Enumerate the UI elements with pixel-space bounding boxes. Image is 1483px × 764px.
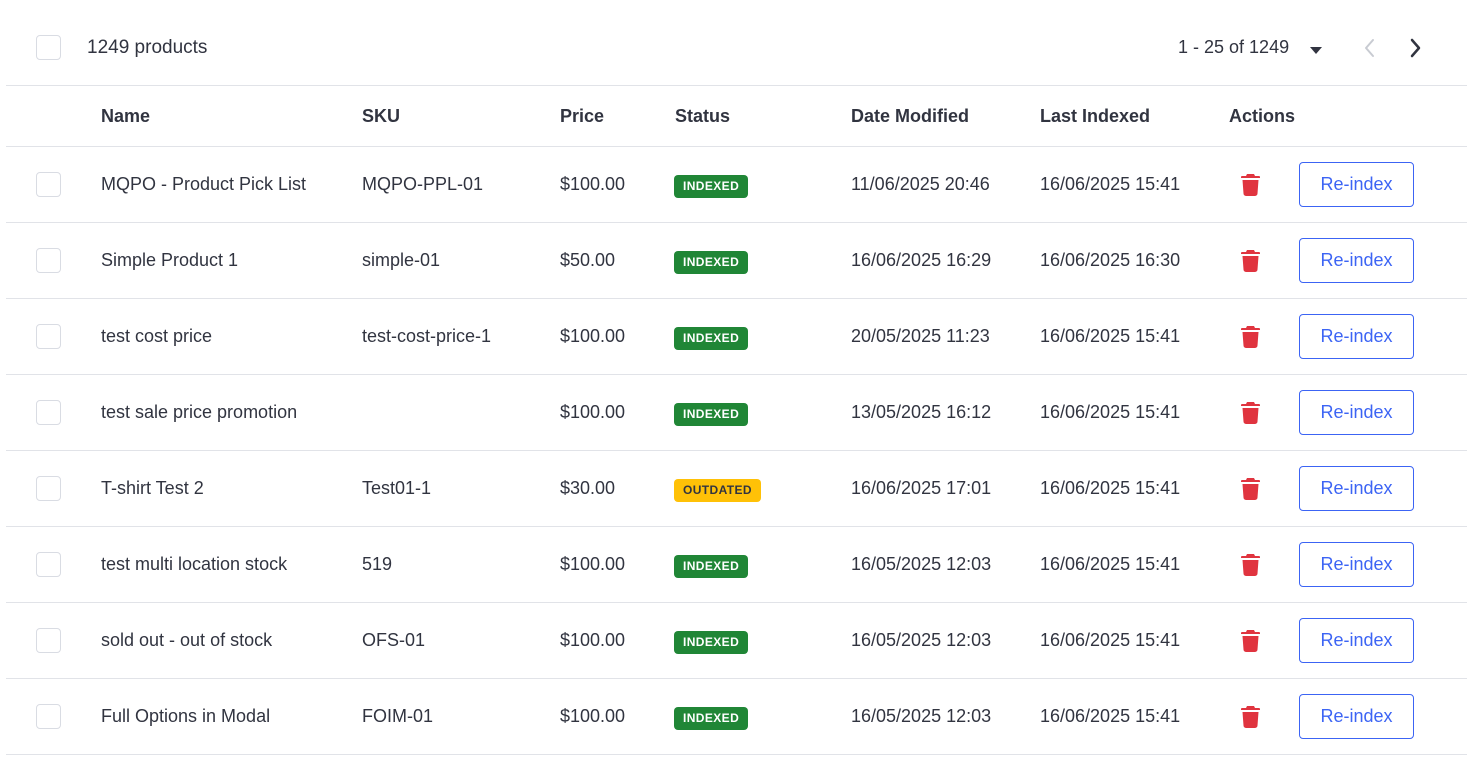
product-sku: test-cost-price-1 (362, 326, 492, 346)
row-checkbox[interactable] (36, 628, 61, 653)
status-badge: OUTDATED (674, 479, 761, 502)
trash-icon[interactable] (1241, 705, 1260, 728)
date-modified: 16/05/2025 12:03 (851, 630, 992, 650)
table-row: test cost price test-cost-price-1 $100.00 2… (0, 299, 1483, 375)
product-name: Simple Product 1 (101, 250, 239, 270)
date-modified: 13/05/2025 16:12 (851, 402, 992, 422)
table-toolbar: 1249 products 1 - 25 of 1249 (0, 0, 1483, 86)
product-sku: FOIM-01 (362, 706, 434, 726)
row-checkbox[interactable] (36, 400, 61, 425)
status-badge: INDEXED (674, 175, 749, 198)
reindex-button[interactable]: Re-index (1299, 618, 1414, 663)
product-name: MQPO - Product Pick List (101, 174, 307, 194)
product-price: $100.00 (560, 402, 626, 422)
row-checkbox[interactable] (36, 552, 61, 577)
product-name: sold out - out of stock (101, 630, 273, 650)
table-header: Name SKU Price Status Date Modified Last… (0, 86, 1483, 147)
product-sku: OFS-01 (362, 630, 426, 650)
caret-down-icon[interactable] (1308, 44, 1324, 56)
last-indexed: 16/06/2025 15:41 (1040, 630, 1181, 650)
reindex-button[interactable]: Re-index (1299, 694, 1414, 739)
date-modified: 16/05/2025 12:03 (851, 706, 992, 726)
date-modified: 20/05/2025 11:23 (851, 326, 990, 346)
status-badge: INDEXED (674, 327, 749, 350)
reindex-button[interactable]: Re-index (1299, 390, 1414, 435)
trash-icon[interactable] (1241, 173, 1260, 196)
table-row: test multi location stock 519 $100.00 16/05… (0, 527, 1483, 603)
product-sku: simple-01 (362, 250, 441, 270)
product-price: $100.00 (560, 174, 626, 194)
trash-icon[interactable] (1241, 325, 1260, 348)
reindex-button[interactable]: Re-index (1299, 238, 1414, 283)
select-all-checkbox[interactable] (36, 35, 61, 60)
column-header-date-modified[interactable]: Date Modified (851, 106, 969, 127)
reindex-button[interactable]: Re-index (1299, 542, 1414, 587)
product-sku: MQPO-PPL-01 (362, 174, 484, 194)
product-price: $100.00 (560, 706, 626, 726)
product-price: $30.00 (560, 478, 616, 498)
last-indexed: 16/06/2025 15:41 (1040, 174, 1181, 194)
status-badge: INDEXED (674, 403, 749, 426)
product-count: 1249 products (87, 37, 208, 58)
last-indexed: 16/06/2025 15:41 (1040, 402, 1181, 422)
trash-icon[interactable] (1241, 249, 1260, 272)
column-header-last-indexed[interactable]: Last Indexed (1040, 106, 1150, 127)
reindex-button[interactable]: Re-index (1299, 466, 1414, 511)
column-header-sku[interactable]: SKU (362, 106, 400, 127)
row-checkbox[interactable] (36, 248, 61, 273)
chevron-right-icon[interactable] (1405, 37, 1425, 59)
trash-icon[interactable] (1241, 401, 1260, 424)
row-checkbox[interactable] (36, 704, 61, 729)
last-indexed: 16/06/2025 15:41 (1040, 326, 1181, 346)
column-header-price[interactable]: Price (560, 106, 604, 127)
row-checkbox[interactable] (36, 324, 61, 349)
product-sku: Test01-1 (362, 478, 432, 498)
last-indexed: 16/06/2025 15:41 (1040, 478, 1181, 498)
product-name: T-shirt Test 2 (101, 478, 204, 498)
status-badge: INDEXED (674, 555, 749, 578)
table-row: T-shirt Test 2 Test01-1 $30.00 16/06/2025 1… (0, 451, 1483, 527)
row-checkbox[interactable] (36, 476, 61, 501)
status-badge: INDEXED (674, 631, 749, 654)
status-badge: INDEXED (674, 251, 749, 274)
table-row: Simple Product 1 simple-01 $50.00 16/06/202… (0, 223, 1483, 299)
product-name: test sale price promotion (101, 402, 298, 422)
column-header-name[interactable]: Name (101, 106, 150, 127)
table-row: Full Options in Modal FOIM-01 $100.00 16/05… (0, 679, 1483, 755)
product-name: Full Options in Modal (101, 706, 271, 726)
date-modified: 16/06/2025 17:01 (851, 478, 992, 498)
trash-icon[interactable] (1241, 477, 1260, 500)
date-modified: 16/06/2025 16:29 (851, 250, 992, 270)
product-price: $100.00 (560, 554, 626, 574)
last-indexed: 16/06/2025 15:41 (1040, 706, 1181, 726)
product-price: $100.00 (560, 630, 626, 650)
pagination-range: 1 - 25 of 1249 (1178, 37, 1290, 57)
product-price: $100.00 (560, 326, 626, 346)
date-modified: 11/06/2025 20:46 (851, 174, 990, 194)
status-badge: INDEXED (674, 707, 749, 730)
product-name: test cost price (101, 326, 213, 346)
table-row: sold out - out of stock OFS-01 $100.00 16/0… (0, 603, 1483, 679)
reindex-button[interactable]: Re-index (1299, 314, 1414, 359)
last-indexed: 16/06/2025 15:41 (1040, 554, 1181, 574)
row-checkbox[interactable] (36, 172, 61, 197)
product-sku: 519 (362, 554, 393, 574)
divider (6, 754, 1467, 755)
column-header-actions: Actions (1229, 106, 1296, 126)
column-header-status[interactable]: Status (675, 106, 730, 127)
date-modified: 16/05/2025 12:03 (851, 554, 992, 574)
last-indexed: 16/06/2025 16:30 (1040, 250, 1181, 270)
table-row: test sale price promotion $100.00 13/05/20… (0, 375, 1483, 451)
reindex-button[interactable]: Re-index (1299, 162, 1414, 207)
chevron-left-icon[interactable] (1360, 37, 1380, 59)
table-row: MQPO - Product Pick List MQPO-PPL-01 $100.… (0, 147, 1483, 223)
trash-icon[interactable] (1241, 629, 1260, 652)
product-price: $50.00 (560, 250, 616, 270)
product-name: test multi location stock (101, 554, 288, 574)
trash-icon[interactable] (1241, 553, 1260, 576)
